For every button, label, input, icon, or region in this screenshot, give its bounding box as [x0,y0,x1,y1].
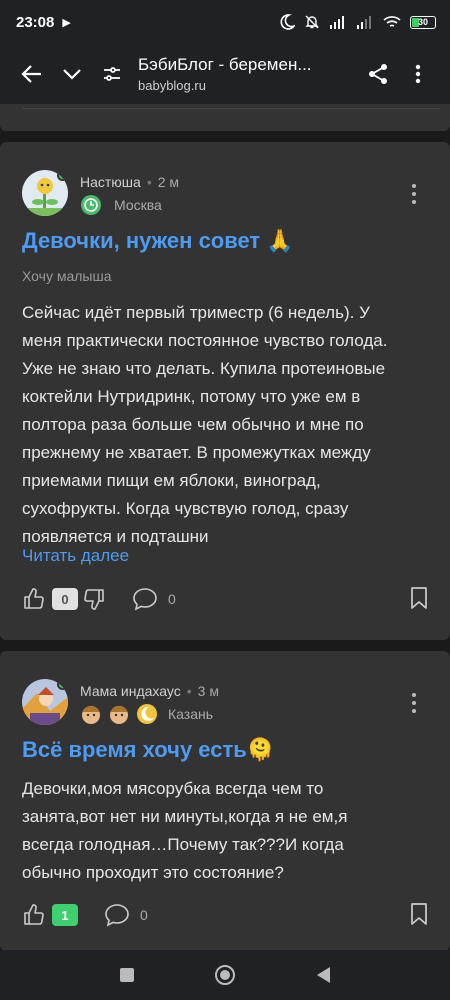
post-meta: Москва [80,194,162,216]
post-tag[interactable]: Хочу малыша [22,268,112,284]
page-title-area: БэбиБлог - беремен... babyblog.ru [138,55,358,93]
online-indicator [57,170,68,181]
post-menu-button[interactable] [404,691,424,715]
comment-count: 0 [140,907,148,923]
comment-count: 0 [168,591,176,607]
signal-icon [330,16,344,29]
comment-icon[interactable] [104,903,130,927]
signal-icon-2 [357,16,371,29]
online-indicator [57,679,68,690]
thumbs-down-icon[interactable] [82,587,106,611]
baby-badge-icon [82,706,100,724]
post-author-line: Мама индахаус • 3 м [80,683,219,699]
body-line: всегда голодная…Почему так???И когда [22,835,344,854]
post-actions: 0 0 [22,584,428,614]
site-settings-button[interactable] [92,54,132,94]
post-title[interactable]: Девочки, нужен совет 🙏 [22,228,430,254]
post-body: Девочки,моя мясорубка всегда чем то заня… [22,775,432,887]
home-icon[interactable] [214,964,236,986]
status-icons: 30 [279,0,436,44]
post-card[interactable]: Настюша • 2 м Москва Девочки, нужен совет … [0,142,450,640]
browser-toolbar: БэбиБлог - беремен... babyblog.ru [0,44,450,104]
page-title: БэбиБлог - беремен... [138,55,312,74]
minimize-button[interactable] [52,54,92,94]
battery-icon: 30 [410,15,436,29]
post-time: 2 м [157,174,180,190]
previous-post-card [0,104,450,131]
battery-level: 30 [417,17,428,27]
body-line: сухофрукты. Когда чувствую голод, сразу [22,499,349,518]
wifi-icon [383,16,401,27]
page-url: babyblog.ru [138,78,206,93]
post-card[interactable]: Мама индахаус • 3 м Казань Всё время хочу … [0,651,450,950]
comment-icon[interactable] [132,587,158,611]
moon-badge-icon [137,704,157,724]
avatar[interactable] [22,679,68,725]
status-time: 23:08 [16,13,55,31]
body-line: коктейли Нутридринк, потому что уже ем в [22,387,361,406]
post-menu-button[interactable] [404,182,424,206]
post-actions: 1 0 [22,900,428,930]
arrow-left-icon [21,65,41,83]
author-city: Москва [114,197,162,213]
thumbs-up-icon[interactable] [22,587,46,611]
status-bar: 23:08 ▶ 30 [0,0,450,44]
body-line: Уже не знаю что делать. Купила протеинов… [22,359,386,378]
recents-icon[interactable] [118,966,136,984]
body-line: Девочки,моя мясорубка всегда чем то [22,779,324,798]
back-nav-icon[interactable] [314,965,332,985]
post-time: 3 м [197,683,219,699]
share-button[interactable] [358,54,398,94]
like-count: 0 [52,588,78,610]
body-line: Сейчас идёт первый триместр (6 недель). … [22,303,370,322]
tune-icon [104,67,120,81]
baby-badge-icon [110,706,128,724]
feed[interactable]: Настюша • 2 м Москва Девочки, нужен совет … [0,104,450,950]
author-name[interactable]: Настюша [80,174,141,190]
thumbs-up-icon[interactable] [22,903,46,927]
body-line: приемами пищи ем яблоки, виноград, [22,471,321,490]
back-button[interactable] [12,54,52,94]
body-line: занята,вот нет ни минуты,когда я не ем,я [22,807,348,826]
chevron-down-icon [63,69,81,80]
post-meta: Казань [80,703,213,725]
read-more-link[interactable]: Читать далее [22,546,129,566]
moon-icon [280,14,295,30]
body-line: прежнему не хватает. В промежутках между [22,443,371,462]
bookmark-icon[interactable] [410,902,428,926]
system-nav-bar [0,950,450,1000]
post-author-line: Настюша • 2 м [80,174,180,190]
body-line: полтора раза больше чем обычно и мне по [22,415,364,434]
post-title[interactable]: Всё время хочу есть🫠 [22,737,430,763]
more-vertical-icon [415,64,421,84]
avatar[interactable] [22,170,68,216]
post-body: Сейчас идёт первый триместр (6 недель). … [22,299,432,551]
body-line: меня практически постоянное чувство голо… [22,331,388,350]
body-line: обычно проходит это состояние? [22,863,284,882]
clock-badge-icon [81,195,101,215]
bell-off-icon [305,15,319,29]
navigation-status-icon: ▶ [62,16,71,29]
bookmark-icon[interactable] [410,586,428,610]
share-icon [369,64,387,84]
like-count: 1 [52,904,78,926]
menu-button[interactable] [398,54,438,94]
author-city: Казань [168,706,214,722]
author-name[interactable]: Мама индахаус [80,683,181,699]
